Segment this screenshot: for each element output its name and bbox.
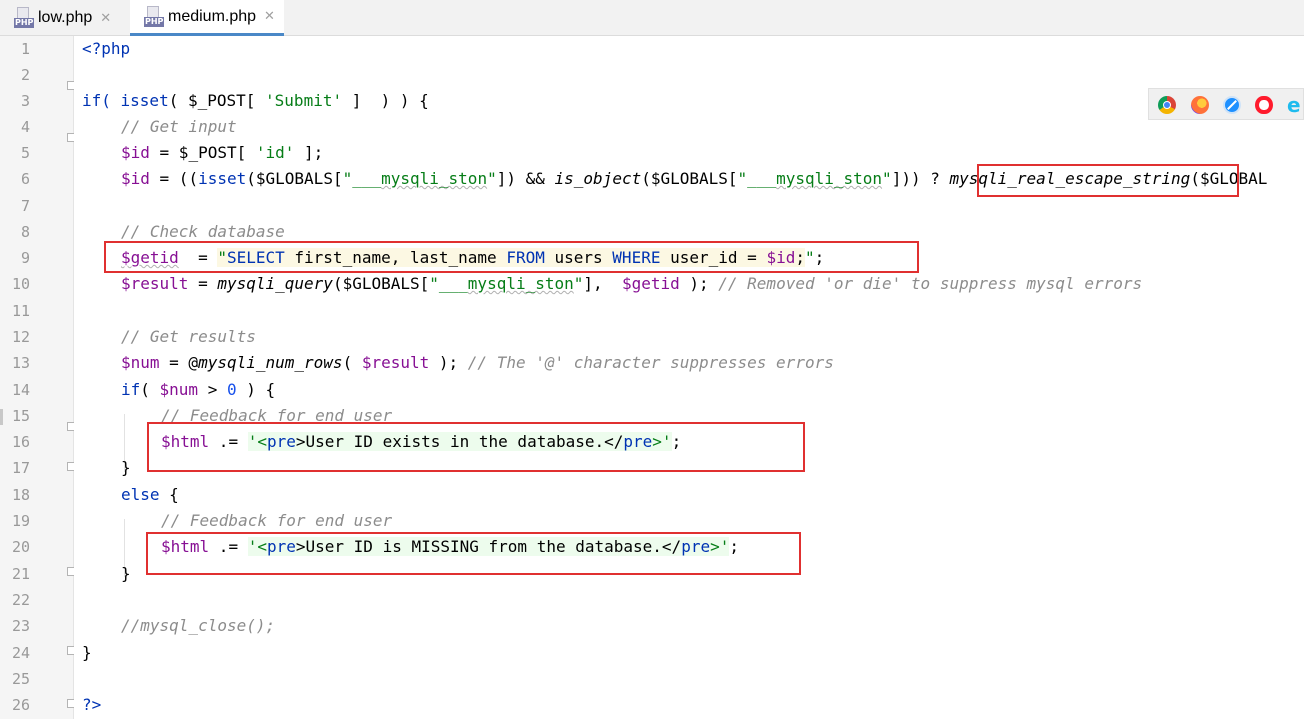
line-number: 16 [11,433,30,451]
code-text: } [121,458,131,477]
highlight-box-escape-function [977,164,1239,197]
tab-label: medium.php [168,7,257,25]
line-number: 18 [11,486,30,504]
editor-tab-bar: PHP low.php ✕ PHP medium.php ✕ [0,0,1304,36]
highlight-box-sql-query [104,241,919,273]
line-number: 19 [11,512,30,530]
firefox-icon[interactable] [1191,96,1209,114]
code-text: } [82,643,92,662]
line-number: 21 [11,565,30,583]
line-number: 11 [11,302,30,320]
code-text: ?> [82,695,102,714]
code-line-1: <?php [74,36,1304,62]
code-line-24: } [74,640,1304,666]
code-line-10: $result = mysqli_query($GLOBALS["___mysq… [74,271,1304,297]
line-number: 22 [11,591,30,609]
line-number: 14 [11,381,30,399]
line-number: 24 [11,644,30,662]
line-number: 23 [11,617,30,635]
line-number: 12 [11,328,30,346]
line-number: 7 [20,197,30,215]
code-line-3: if( isset( $_POST[ 'Submit' ] ) ) { [74,88,1304,114]
code-line-19: // Feedback for end user [74,508,1304,534]
code-line-12: // Get results [74,324,1304,350]
line-number: 25 [11,670,30,688]
ie-icon[interactable]: e [1287,96,1301,114]
line-number: 4 [20,118,30,136]
close-icon[interactable]: ✕ [264,9,275,24]
comment-text: // Get input [121,117,237,136]
safari-icon[interactable] [1223,96,1241,114]
line-number: 1 [20,40,30,58]
line-number: 15 [11,407,30,425]
code-line-14: if( $num > 0 ) { [74,377,1304,403]
code-text: $num = @mysqli_num_rows( $result ); // T… [121,353,834,372]
line-number: 17 [11,459,30,477]
line-number: 2 [20,66,30,84]
tab-medium-php[interactable]: PHP medium.php ✕ [130,0,284,36]
line-number: 6 [20,170,30,188]
code-line-5: $id = $_POST[ 'id' ]; [74,140,1304,166]
browser-preview-toolbar: e [1148,88,1304,120]
opera-icon[interactable] [1255,96,1273,114]
tab-label: low.php [38,9,93,26]
line-number: 13 [11,354,30,372]
line-number: 20 [11,538,30,556]
comment-text: //mysql_close(); [121,616,276,635]
chrome-icon[interactable] [1158,96,1176,114]
code-line-18: else { [74,482,1304,508]
line-number: 9 [20,249,30,267]
code-text: if( isset( $_POST[ 'Submit' ] ) ) { [82,91,429,110]
code-line-4: // Get input [74,114,1304,140]
line-number: 10 [11,275,30,293]
line-number: 26 [11,696,30,714]
code-text: else { [121,485,179,504]
php-file-icon: PHP [14,7,35,29]
php-file-icon: PHP [144,5,165,28]
code-text: if( $num > 0 ) { [121,380,276,399]
code-line-23: //mysql_close(); [74,613,1304,639]
line-number: 5 [20,144,30,162]
code-text: } [121,564,131,583]
close-icon[interactable]: ✕ [100,11,111,26]
code-text: $id = $_POST[ 'id' ]; [121,143,324,162]
code-editor[interactable]: <?php if( isset( $_POST[ 'Submit' ] ) ) … [74,36,1304,719]
code-text: <?php [82,39,131,58]
highlight-box-exists-output [147,422,805,472]
code-text: $result = mysqli_query($GLOBALS["___mysq… [121,274,1143,293]
line-number: 3 [20,92,30,110]
comment-text: // Feedback for end user [161,511,393,530]
comment-text: // Get results [121,327,256,346]
tab-low-php[interactable]: PHP low.php ✕ [0,0,130,36]
highlight-box-missing-output [146,532,801,575]
code-line-13: $num = @mysqli_num_rows( $result ); // T… [74,350,1304,376]
line-number-gutter: 1 2 3 4 5 6 7 8 9 10 11 12 13 14 15 16 1… [0,36,76,719]
code-line-26: ?> [74,692,1304,718]
line-number: 8 [20,223,30,241]
